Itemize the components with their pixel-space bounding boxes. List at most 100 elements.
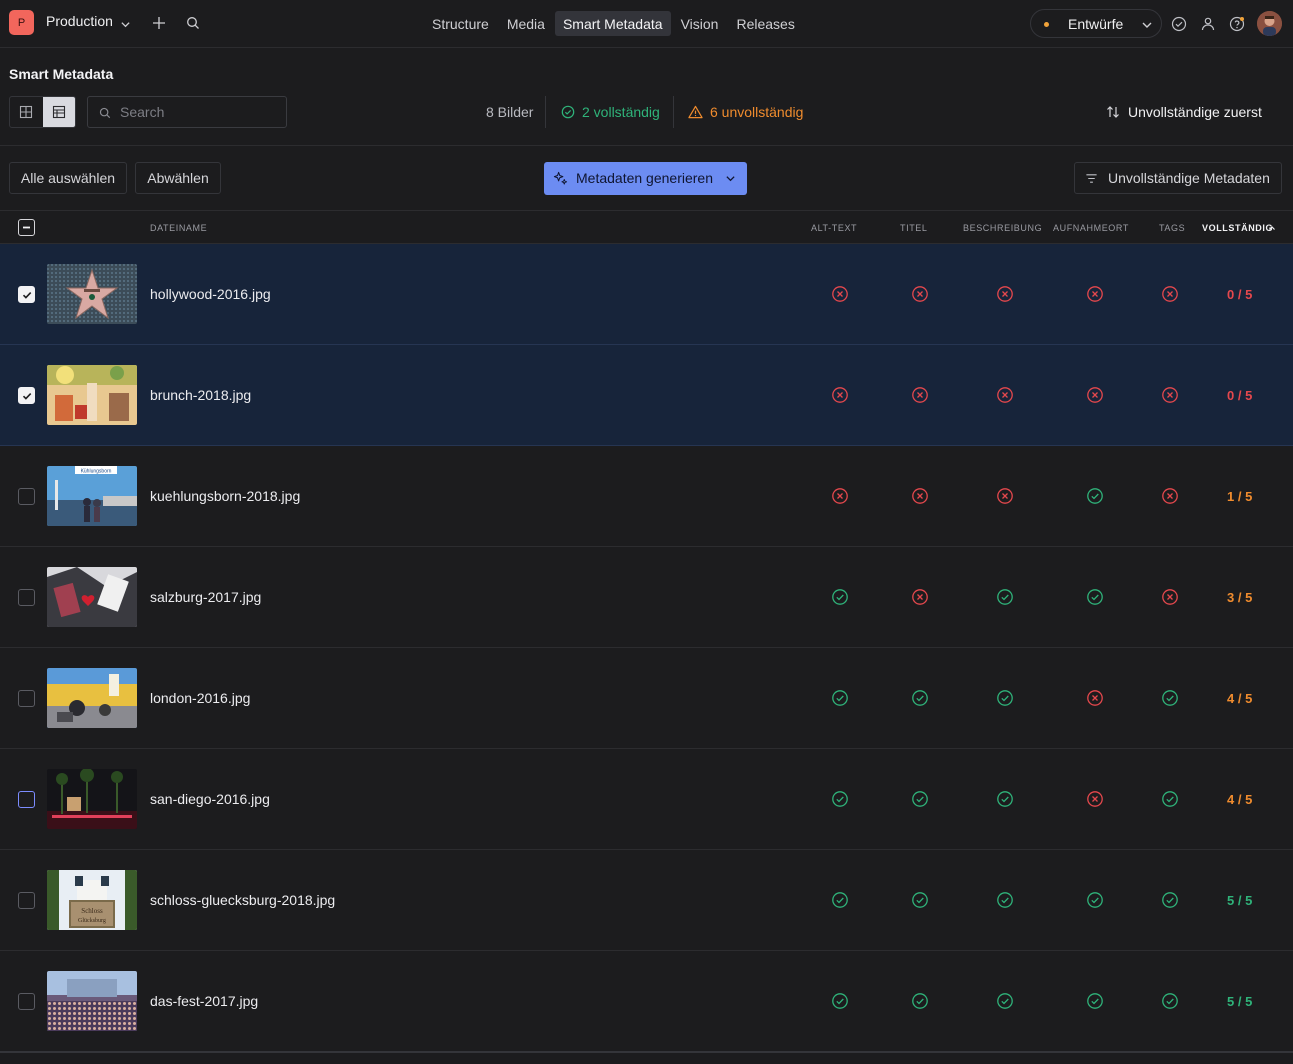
chevron-down-icon[interactable] (120, 17, 131, 33)
alt-text-status-check-icon (831, 689, 849, 707)
filter-button[interactable]: Unvollständige Metadaten (1074, 162, 1282, 194)
title-status-check-icon (911, 992, 929, 1010)
column-title[interactable]: TITEL (900, 223, 928, 233)
select-all-button[interactable]: Alle auswählen (9, 162, 127, 194)
filename: das-fest-2017.jpg (150, 993, 259, 1009)
user-avatar[interactable] (1257, 11, 1282, 36)
workspace-switcher[interactable]: Production (46, 13, 113, 29)
tab-releases[interactable]: Releases (728, 11, 802, 36)
incomplete-count[interactable]: 6 unvollständig (710, 104, 803, 120)
location-status-missing-icon (1086, 285, 1104, 303)
tab-vision[interactable]: Vision (673, 11, 727, 36)
completeness-score: 5 / 5 (1227, 893, 1253, 908)
grid-view-button[interactable] (10, 97, 43, 127)
check-circle-icon[interactable] (1170, 15, 1187, 32)
table-row[interactable]: brunch-2018.jpg 0 / 5 (0, 345, 1293, 446)
title-status-check-icon (911, 891, 929, 909)
table-row[interactable]: hollywood-2016.jpg 0 / 5 (0, 244, 1293, 345)
divider (0, 1051, 1293, 1053)
generate-metadata-button[interactable]: Metadaten generieren (544, 162, 747, 195)
minus-icon (23, 226, 30, 229)
workspace-logo[interactable]: P (9, 10, 34, 35)
column-alt-text[interactable]: ALT-TEXT (811, 223, 857, 233)
users-icon[interactable] (1199, 15, 1216, 32)
add-icon[interactable] (150, 14, 168, 32)
table-row[interactable]: salzburg-2017.jpg 3 / 5 (0, 547, 1293, 648)
search-field[interactable] (87, 96, 287, 128)
completeness-score: 5 / 5 (1227, 994, 1253, 1009)
column-complete[interactable]: VOLLSTÄNDIG (1202, 223, 1273, 233)
filename: hollywood-2016.jpg (150, 286, 271, 302)
row-checkbox[interactable] (18, 286, 35, 303)
sort-label: Unvollständige zuerst (1128, 104, 1262, 120)
table-row[interactable]: london-2016.jpg 4 / 5 (0, 648, 1293, 749)
location-status-check-icon (1086, 487, 1104, 505)
filename: san-diego-2016.jpg (150, 791, 270, 807)
image-thumbnail[interactable] (47, 567, 137, 627)
image-thumbnail[interactable] (47, 769, 137, 829)
image-thumbnail[interactable] (47, 365, 137, 425)
tab-media[interactable]: Media (499, 11, 553, 36)
svg-text:Glücksburg: Glücksburg (78, 918, 106, 924)
row-checkbox[interactable] (18, 488, 35, 505)
row-checkbox[interactable] (18, 589, 35, 606)
image-thumbnail[interactable]: Schloss Glücksburg (47, 870, 137, 930)
select-all-checkbox[interactable] (18, 219, 35, 236)
image-thumbnail[interactable]: Kühlungsborn (47, 466, 137, 526)
title-status-check-icon (911, 689, 929, 707)
description-status-check-icon (996, 790, 1014, 808)
table-row[interactable]: san-diego-2016.jpg 4 / 5 (0, 749, 1293, 850)
title-status-check-icon (911, 790, 929, 808)
version-selector[interactable]: Entwürfe (1030, 9, 1162, 38)
description-status-missing-icon (996, 487, 1014, 505)
description-status-missing-icon (996, 386, 1014, 404)
title-status-missing-icon (911, 588, 929, 606)
tags-status-missing-icon (1161, 285, 1179, 303)
tab-smart-metadata[interactable]: Smart Metadata (554, 11, 671, 36)
column-description[interactable]: BESCHREIBUNG (963, 223, 1042, 233)
title-status-missing-icon (911, 487, 929, 505)
sort-button[interactable]: Unvollständige zuerst (1106, 96, 1262, 128)
location-status-check-icon (1086, 992, 1104, 1010)
search-input[interactable] (120, 97, 280, 127)
draft-status-dot (1044, 22, 1049, 27)
filename: schloss-gluecksburg-2018.jpg (150, 892, 336, 908)
image-thumbnail[interactable] (47, 971, 137, 1031)
list-view-button[interactable] (42, 97, 75, 127)
row-checkbox[interactable] (18, 387, 35, 404)
tags-status-check-icon (1161, 790, 1179, 808)
svg-text:Kühlungsborn: Kühlungsborn (81, 469, 112, 475)
image-thumbnail[interactable] (47, 668, 137, 728)
main-tabs: Structure Media Smart Metadata Vision Re… (424, 11, 803, 36)
row-checkbox[interactable] (18, 892, 35, 909)
image-thumbnail[interactable] (47, 264, 137, 324)
row-checkbox[interactable] (18, 791, 35, 808)
tab-structure[interactable]: Structure (424, 11, 497, 36)
version-label: Entwürfe (1068, 16, 1124, 32)
alt-text-status-check-icon (831, 588, 849, 606)
row-checkbox[interactable] (18, 993, 35, 1010)
alt-text-status-missing-icon (831, 386, 849, 404)
row-checkbox[interactable] (18, 690, 35, 707)
table-row[interactable]: Kühlungsborn kuehlungsborn-2018.jpg 1 / 5 (0, 446, 1293, 547)
table-header: DATEINAME ALT-TEXT TITEL BESCHREIBUNG AU… (0, 211, 1293, 244)
filter-icon (1086, 174, 1097, 183)
complete-count[interactable]: 2 vollständig (582, 104, 660, 120)
column-tags[interactable]: TAGS (1159, 223, 1185, 233)
table-icon (52, 105, 65, 119)
completeness-score: 3 / 5 (1227, 590, 1253, 605)
table-row[interactable]: das-fest-2017.jpg 5 / 5 (0, 951, 1293, 1052)
location-status-check-icon (1086, 891, 1104, 909)
top-navigation: P Production Structure Media Smart Metad… (0, 0, 1293, 48)
column-location[interactable]: AUFNAHMEORT (1053, 223, 1129, 233)
table-row[interactable]: Schloss Glücksburg schloss-gluecksburg-201… (0, 850, 1293, 951)
deselect-button[interactable]: Abwählen (135, 162, 221, 194)
search-icon[interactable] (185, 15, 201, 31)
column-filename[interactable]: DATEINAME (150, 223, 207, 233)
help-icon[interactable] (1228, 15, 1245, 32)
completeness-score: 1 / 5 (1227, 489, 1253, 504)
image-count: 8 Bilder (486, 104, 534, 120)
alt-text-status-check-icon (831, 992, 849, 1010)
sort-icon (1107, 106, 1119, 118)
location-status-missing-icon (1086, 689, 1104, 707)
